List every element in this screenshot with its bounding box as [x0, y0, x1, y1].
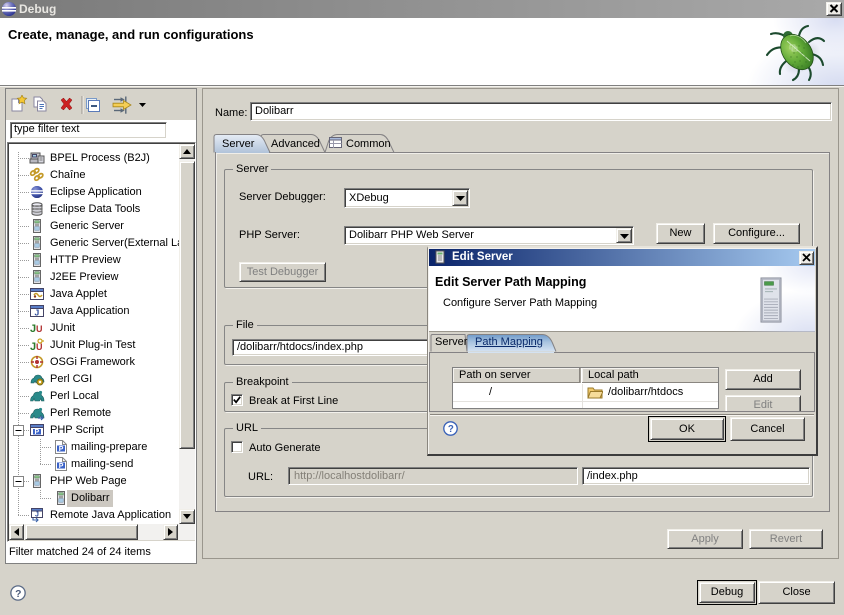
svg-text:J: J — [35, 308, 40, 318]
svg-text:U: U — [36, 342, 43, 352]
svg-text:U: U — [36, 324, 43, 334]
svg-text:?: ? — [15, 589, 21, 600]
svg-text:P: P — [59, 463, 64, 470]
svg-text:P: P — [59, 446, 64, 453]
svg-text:P: P — [35, 429, 40, 436]
svg-text:?: ? — [448, 424, 454, 435]
svg-text:J: J — [35, 512, 39, 519]
